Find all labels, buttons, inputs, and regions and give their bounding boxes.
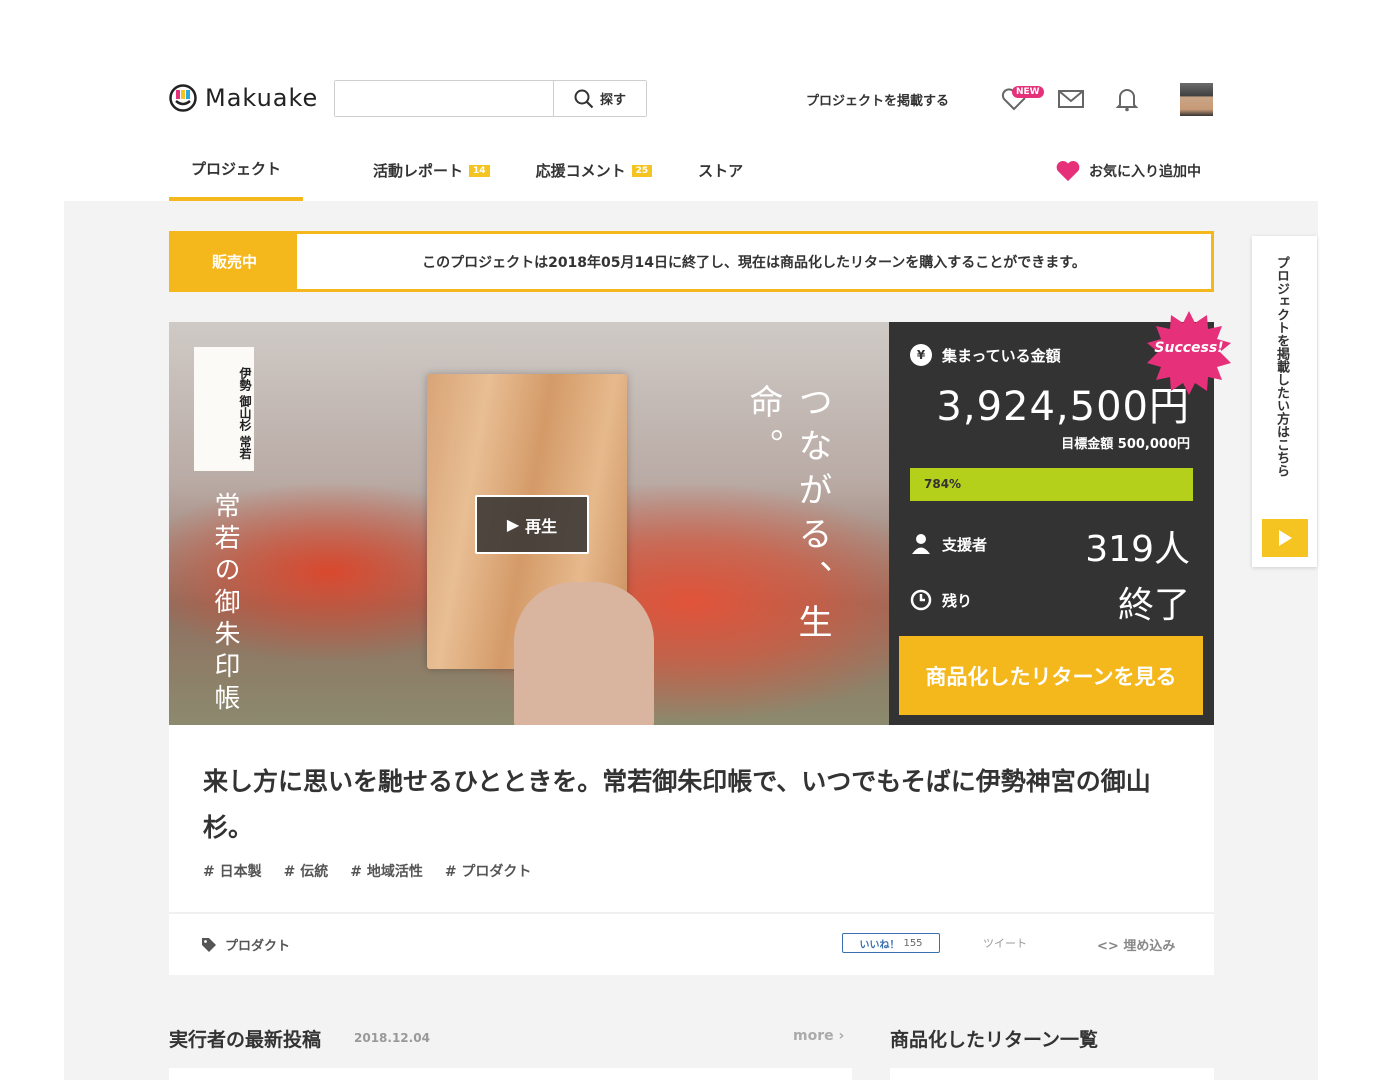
search-icon [574, 89, 594, 108]
tag-product[interactable]: # プロダクト [445, 861, 532, 881]
tag-tradition[interactable]: # 伝統 [284, 861, 329, 881]
latest-post-date: 2018.12.04 [354, 1031, 430, 1045]
mail-icon[interactable] [1057, 86, 1085, 112]
search-button-label: 探す [599, 93, 626, 108]
tab-label: 応援コメント [535, 162, 626, 180]
embed-button[interactable]: <> 埋め込み [1097, 935, 1175, 954]
brand-name: Makuake [205, 84, 319, 112]
tweet-button[interactable]: ツイート [983, 935, 1027, 951]
more-label: more [793, 1028, 834, 1044]
supporters-label-row: 支援者 [910, 533, 987, 555]
like-count: 155 [903, 937, 923, 949]
remaining-label: 残り [942, 591, 973, 610]
collected-label: 集まっている金額 [942, 346, 1061, 365]
supporters-label: 支援者 [942, 535, 988, 554]
view-returns-button[interactable]: 商品化したリターンを見る [899, 636, 1203, 715]
reports-count-badge: 14 [469, 164, 490, 177]
new-badge: NEW [1012, 86, 1044, 98]
chevron-right-icon: › [838, 1028, 845, 1044]
embed-icon: <> [1097, 939, 1119, 954]
heart-filled-icon [1056, 161, 1080, 182]
side-tab-text: プロジェクトを掲載したい方はこちら [1274, 256, 1289, 477]
side-tab-arrow-button[interactable] [1262, 519, 1308, 557]
category-label: プロダクト [225, 939, 291, 954]
returns-card [890, 1068, 1214, 1080]
comments-count-badge: 25 [631, 164, 653, 177]
search-input[interactable] [335, 81, 554, 116]
success-label: Success! [1154, 340, 1224, 356]
play-arrow-icon [1279, 530, 1292, 546]
tab-label: 活動レポート [373, 162, 464, 180]
tab-label: ストア [698, 162, 744, 180]
play-label: 再生 [525, 516, 558, 536]
play-icon: ▶ [506, 515, 520, 534]
project-hero-image[interactable]: 伊勢 御山杉 常若 常若の御朱印帳 つながる、生命。 ▶ 再生 [169, 322, 889, 725]
embed-label: 埋め込み [1123, 939, 1176, 954]
user-avatar[interactable] [1180, 83, 1213, 116]
tab-project[interactable]: プロジェクト [169, 140, 304, 201]
goal-amount: 目標金額 500,000円 [1061, 437, 1190, 452]
tab-reports[interactable]: 活動レポート 14 [373, 140, 490, 201]
supporters-count: 319人 [1085, 529, 1190, 570]
notice-label: 販売中 [172, 234, 297, 289]
sale-notice: 販売中 このプロジェクトは2018年05月14日に終了し、現在は商品化したリター… [169, 231, 1214, 292]
makuake-logo[interactable]: Makuake [169, 84, 318, 112]
tag-made-in-japan[interactable]: # 日本製 [203, 861, 262, 881]
search-bar: 探す [334, 80, 647, 117]
person-icon [912, 534, 930, 554]
remaining-label-row: 残り [910, 589, 972, 611]
tag-regional[interactable]: # 地域活性 [350, 861, 423, 881]
card-divider [169, 912, 1214, 914]
tag-icon [202, 937, 216, 952]
like-label: いいね！ [859, 939, 900, 951]
favorite-label: お気に入り追加中 [1089, 164, 1201, 180]
tab-comments[interactable]: 応援コメント 25 [536, 140, 653, 201]
favorite-button[interactable]: お気に入り追加中 [1055, 159, 1201, 183]
progress-percent: 784% [924, 477, 962, 491]
search-button[interactable]: 探す [554, 81, 646, 116]
project-tags: # 日本製 # 伝統 # 地域活性 # プロダクト [203, 861, 531, 881]
project-tabs: プロジェクト 活動レポート 14 応援コメント 25 ストア [169, 140, 789, 201]
post-project-link[interactable]: プロジェクトを掲載する [806, 90, 949, 109]
post-project-side-tab[interactable]: プロジェクトを掲載したい方はこちら [1252, 236, 1317, 567]
more-link[interactable]: more › [793, 1028, 844, 1044]
hero-caption-right: つながる、生命。 [743, 384, 832, 648]
latest-posts-heading: 実行者の最新投稿 [169, 1029, 322, 1051]
funding-progress-bar: 784% [910, 468, 1193, 501]
returns-list-heading: 商品化したリターン一覧 [890, 1029, 1099, 1051]
tab-label: プロジェクト [191, 160, 282, 178]
remaining-value: 終了 [1117, 585, 1190, 626]
project-summary-card: 来し方に思いを馳せるひとときを。常若御朱印帳で、いつでもそばに伊勢神宮の御山杉。… [169, 725, 1214, 975]
tab-store[interactable]: ストア [698, 140, 743, 201]
notice-text: このプロジェクトは2018年05月14日に終了し、現在は商品化したリターンを購入… [422, 254, 1086, 271]
yen-icon: ¥ [910, 344, 932, 366]
category-link[interactable]: プロダクト [201, 935, 290, 954]
clock-icon [910, 589, 932, 611]
collected-label-row: ¥ 集まっている金額 [910, 344, 1061, 366]
bell-icon[interactable] [1113, 86, 1141, 112]
project-title: 来し方に思いを馳せるひとときを。常若御朱印帳で、いつでもそばに伊勢神宮の御山杉。 [203, 767, 1151, 842]
play-video-button[interactable]: ▶ 再生 [475, 495, 589, 554]
latest-post-card [169, 1068, 852, 1080]
hand-image [514, 582, 654, 725]
like-button[interactable]: いいね！ 155 [842, 933, 940, 953]
page: Makuake 探す プロジェクトを掲載する NEW プロジェクト 活動レポート… [0, 0, 1380, 1080]
product-label: 伊勢 御山杉 常若 [194, 347, 254, 471]
hero-caption-left: 常若の御朱印帳 [210, 492, 240, 716]
logo-icon [169, 84, 197, 112]
